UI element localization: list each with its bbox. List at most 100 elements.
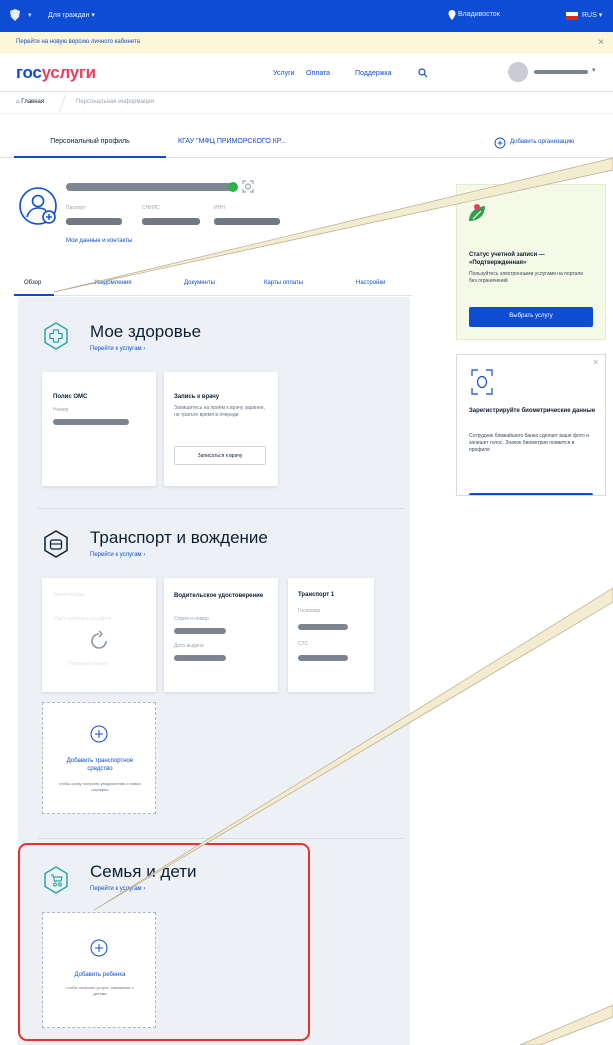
biometrics-icon: [242, 180, 254, 193]
oms-policy-card[interactable]: Полис ОМС Номер: [42, 372, 156, 486]
city-selector[interactable]: Владивосток: [458, 11, 500, 18]
close-icon[interactable]: ×: [593, 357, 598, 367]
inn-label: ИНН: [214, 205, 225, 211]
doctor-card-text: Запишитесь на приём к врачу заранее, не …: [174, 405, 265, 418]
choose-service-button[interactable]: Выбрать услугу: [469, 307, 593, 327]
loading-spinner-icon: [91, 630, 107, 649]
breadcrumb-home-label: Главная: [21, 99, 45, 105]
fines-check-later-text: Проверьте позже: [68, 661, 108, 667]
section-divider: [38, 838, 404, 839]
license-number-redacted: [174, 628, 226, 634]
fines-card-title: Автоштрафы: [54, 592, 85, 598]
home-icon: ⌂: [16, 99, 20, 105]
nav-support[interactable]: Поддержка: [355, 70, 392, 77]
snils-label: СНИЛС: [142, 205, 160, 211]
account-status-card: Статус учетной записи — «Подтвержденная»…: [456, 184, 606, 340]
top-bar: ▾ Для граждан ▾ Владивосток RUS ▾: [0, 0, 613, 32]
breadcrumb: ⌂ Главная Персональная информация: [0, 92, 613, 114]
new-version-link[interactable]: Перейти на новую версию личного кабинета: [16, 39, 140, 45]
tab-settings[interactable]: Настройки: [356, 280, 385, 286]
callout-pointer-bottom: [519, 1004, 613, 1045]
fines-card[interactable]: Автоштрафы Идёт проверка штрафов Проверь…: [42, 578, 156, 692]
biometrics-card: × Зарегистрируйте биометрические данные …: [456, 354, 606, 496]
language-label: RUS: [582, 12, 597, 19]
organization-tabs: Персональный профиль КГАУ "МФЦ ПРИМОРСКО…: [0, 130, 613, 158]
profile-avatar-icon[interactable]: [18, 186, 58, 226]
transport-services-link[interactable]: Перейти к услугам ›: [90, 552, 145, 558]
license-number-label: Серия и номер: [174, 616, 209, 622]
driver-license-card[interactable]: Водительское удостоверение Серия и номер…: [164, 578, 278, 692]
new-version-notice: Перейти на новую версию личного кабинета…: [0, 32, 613, 54]
user-avatar[interactable]: [508, 62, 528, 82]
oms-number-redacted: [53, 419, 129, 425]
fines-checking-text: Идёт проверка штрафов: [54, 616, 112, 622]
emblem-icon[interactable]: [8, 8, 22, 22]
doctor-card-title: Запись к врачу: [174, 394, 220, 400]
sts-redacted: [298, 655, 348, 661]
leaf-icon: [469, 204, 485, 221]
profile-name-redacted: [66, 183, 234, 191]
biometrics-text: Сотрудник ближайшего банка сделает ваше …: [469, 433, 589, 453]
flag-icon: [566, 12, 578, 20]
for-citizens-menu[interactable]: Для граждан ▾: [48, 11, 95, 19]
chevron-down-icon[interactable]: ▾: [592, 66, 596, 74]
add-vehicle-subtitle: чтобы сразу получать уведомления о новых…: [58, 781, 142, 792]
add-organization-link[interactable]: Добавить организацию: [510, 139, 574, 145]
for-citizens-label: Для граждан: [48, 12, 90, 19]
tab-organization[interactable]: КГАУ "МФЦ ПРИМОРСКОГО КР...: [178, 138, 286, 145]
add-circle-icon[interactable]: [494, 137, 506, 149]
nav-services[interactable]: Услуги: [273, 70, 295, 77]
passport-value-redacted: [66, 218, 122, 225]
chevron-down-icon[interactable]: ▾: [28, 11, 32, 19]
breadcrumb-home[interactable]: ⌂ Главная: [16, 99, 44, 105]
site-header: госуслуги Услуги Оплата Поддержка ▾: [0, 54, 613, 92]
register-biometrics-button[interactable]: [469, 493, 593, 495]
logo-part-uslugi: услуги: [41, 63, 97, 82]
my-data-link[interactable]: Мои данные и контакты: [66, 238, 132, 244]
license-card-title: Водительское удостоверение: [174, 593, 264, 599]
license-date-redacted: [174, 655, 226, 661]
tab-notifications[interactable]: Уведомления: [94, 280, 132, 286]
verified-check-icon: [228, 182, 238, 192]
vehicle-card-title: Транспорт 1: [298, 592, 335, 598]
account-status-title: Статус учетной записи — «Подтвержденная»: [469, 252, 545, 266]
tab-overview[interactable]: Обзор: [24, 280, 41, 286]
location-pin-icon: [448, 10, 456, 20]
close-icon[interactable]: ×: [598, 37, 604, 48]
section-title-health: Мое здоровье: [90, 322, 202, 341]
health-cross-icon: [44, 322, 68, 350]
add-vehicle-card[interactable]: Добавить транспортное средство чтобы сра…: [42, 702, 156, 814]
logo-part-gos: гос: [16, 63, 42, 82]
plate-number-redacted: [298, 624, 348, 630]
biometrics-title: Зарегистрируйте биометрические данные: [469, 408, 596, 414]
plus-circle-icon: [90, 725, 108, 743]
car-icon: [44, 530, 68, 558]
language-selector[interactable]: RUS ▾: [582, 11, 602, 19]
doctor-appointment-card[interactable]: Запись к врачу Запишитесь на приём к вра…: [164, 372, 278, 486]
inn-value-redacted: [214, 218, 280, 225]
tab-personal-profile[interactable]: Персональный профиль: [14, 130, 166, 158]
section-divider: [38, 508, 404, 509]
health-services-link[interactable]: Перейти к услугам ›: [90, 346, 145, 352]
add-vehicle-title: Добавить транспортное средство: [66, 758, 134, 772]
book-doctor-button[interactable]: Записаться к врачу: [174, 446, 266, 465]
breadcrumb-current: Персональная информация: [76, 99, 155, 105]
tab-documents[interactable]: Документы: [184, 280, 215, 286]
user-name-redacted[interactable]: [534, 70, 588, 74]
search-icon[interactable]: [418, 68, 428, 78]
oms-number-label: Номер: [53, 407, 69, 413]
section-title-transport: Транспорт и вождение: [90, 528, 268, 547]
active-tab-indicator: [14, 294, 54, 296]
breadcrumb-separator: [58, 94, 67, 112]
license-date-label: Дата выдачи: [174, 643, 204, 649]
passport-label: Паспорт: [66, 205, 86, 211]
account-status-text: Пользуйтесь электронными услугами на пор…: [469, 271, 584, 284]
nav-payment[interactable]: Оплата: [306, 70, 330, 77]
plate-number-label: Госномер: [298, 608, 321, 614]
tab-payment-cards[interactable]: Карты оплаты: [264, 280, 303, 286]
gosuslugi-logo[interactable]: госуслуги: [16, 63, 96, 83]
oms-card-title: Полис ОМС: [53, 394, 88, 400]
profile-tabs: Обзор Уведомления Документы Карты оплаты…: [14, 274, 412, 296]
vehicle-card[interactable]: Транспорт 1 Госномер СТС: [288, 578, 374, 692]
biometrics-face-icon: [471, 369, 493, 395]
